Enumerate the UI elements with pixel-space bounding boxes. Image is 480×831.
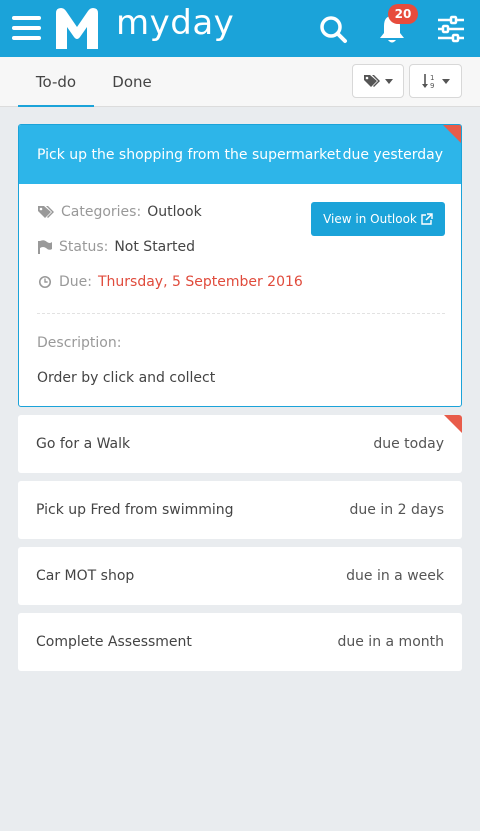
task-title: Pick up Fred from swimming (36, 502, 234, 518)
due-label: Due: (59, 274, 92, 290)
categories-label: Categories: (61, 204, 142, 220)
task-item[interactable]: Pick up Fred from swimming due in 2 days (18, 481, 462, 539)
tags-filter-button[interactable] (352, 64, 404, 98)
external-link-icon (421, 213, 433, 225)
status-row: Status: Not Started (37, 239, 195, 255)
task-item[interactable]: Complete Assessment due in a month (18, 613, 462, 671)
overdue-flag (443, 125, 461, 143)
categories-value: Outlook (147, 204, 202, 220)
tab-done[interactable]: Done (102, 57, 162, 107)
app-header: myday 20 (0, 0, 480, 57)
chevron-down-icon (385, 78, 393, 84)
tag-icon (37, 205, 55, 219)
task-due: due in a month (337, 634, 444, 650)
task-due: due in 2 days (349, 502, 444, 518)
description-label: Description: (37, 335, 122, 351)
notification-badge: 20 (388, 4, 418, 24)
task-item[interactable]: Car MOT shop due in a week (18, 547, 462, 605)
clock-icon (37, 275, 53, 289)
task-title: Go for a Walk (36, 436, 131, 452)
status-value: Not Started (114, 239, 196, 255)
task-item[interactable]: Go for a Walk due today (18, 415, 462, 473)
sliders-icon[interactable] (434, 12, 468, 46)
categories-row: Categories: Outlook (37, 204, 202, 220)
sort-button[interactable]: 1 9 (409, 64, 462, 98)
overdue-flag (444, 415, 462, 433)
task-card-expanded: Pick up the shopping from the supermarke… (18, 124, 462, 407)
task-due: due yesterday (342, 146, 443, 163)
due-row: Due: Thursday, 5 September 2016 (37, 274, 303, 290)
description-value: Order by click and collect (37, 370, 216, 386)
tab-bar: To-do Done 1 9 (0, 57, 480, 107)
brand-name: myday (116, 3, 235, 43)
task-title: Complete Assessment (36, 634, 192, 650)
task-title: Pick up the shopping from the supermarke… (37, 146, 341, 163)
chevron-down-icon (441, 78, 450, 84)
flag-icon (37, 240, 53, 254)
search-icon[interactable] (316, 12, 350, 46)
divider (37, 313, 445, 314)
status-label: Status: (59, 239, 109, 255)
task-header[interactable]: Pick up the shopping from the supermarke… (19, 125, 461, 184)
task-due: due in a week (346, 568, 444, 584)
view-in-outlook-label: View in Outlook (323, 212, 417, 226)
task-title: Car MOT shop (36, 568, 135, 584)
tab-todo[interactable]: To-do (18, 57, 94, 107)
tags-icon (363, 74, 381, 88)
view-in-outlook-button[interactable]: View in Outlook (311, 202, 445, 236)
svg-text:9: 9 (430, 82, 434, 89)
task-due: due today (373, 436, 444, 452)
svg-text:1: 1 (430, 74, 434, 82)
sort-icon: 1 9 (421, 73, 438, 89)
hamburger-icon[interactable] (12, 16, 41, 40)
due-date-value: Thursday, 5 September 2016 (97, 274, 303, 290)
myday-logo-icon (52, 5, 102, 51)
